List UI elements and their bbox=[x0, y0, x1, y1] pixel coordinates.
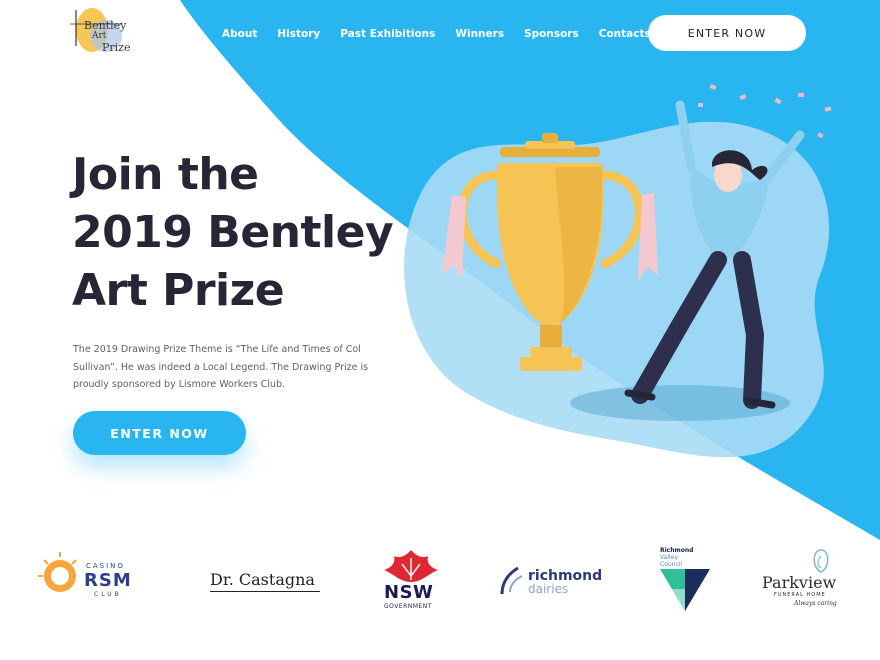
sponsor-casino-rsm-club-logo[interactable]: CASINO RSM CLUB bbox=[38, 540, 148, 620]
hero-title-line-1: Join the bbox=[72, 149, 259, 200]
parkview-tagline-text: Always caring bbox=[794, 600, 837, 607]
logo-text-line2: Art bbox=[92, 31, 107, 41]
main-navigation: About History Past Exhibitions Winners S… bbox=[222, 24, 671, 44]
parkview-ribbon-icon bbox=[813, 549, 829, 573]
sponsor-richmond-dairies-logo[interactable]: richmond dairies bbox=[498, 540, 613, 620]
parkview-sub-text: FUNERAL HOME bbox=[774, 592, 826, 598]
nav-item-past-exhibitions[interactable]: Past Exhibitions bbox=[340, 24, 435, 44]
council-line1-text: Richmond bbox=[660, 547, 694, 554]
sponsor-nsw-government-logo[interactable]: NSW GOVERNMENT bbox=[380, 540, 442, 620]
nav-item-history[interactable]: History bbox=[277, 24, 320, 44]
nsw-main-text: NSW bbox=[384, 582, 434, 603]
sponsor-parkview-funeral-home-logo[interactable]: Parkview FUNERAL HOME Always caring bbox=[760, 540, 846, 620]
dairies-text: dairies bbox=[528, 582, 569, 596]
waratah-icon bbox=[384, 550, 438, 582]
dr-castagna-underline bbox=[210, 591, 320, 592]
hero-title-line-2: 2019 Bentley bbox=[72, 207, 394, 258]
logo-text-line1: Bentley bbox=[84, 19, 127, 32]
parkview-name-text: Parkview bbox=[762, 573, 837, 592]
council-line2-text: Valley bbox=[660, 554, 678, 561]
council-triangle-icon bbox=[660, 569, 710, 611]
hero-title-line-3: Art Prize bbox=[72, 265, 285, 316]
rsm-main-text: RSM bbox=[84, 570, 132, 591]
nav-item-winners[interactable]: Winners bbox=[455, 24, 504, 44]
rsm-top-text: CASINO bbox=[86, 562, 125, 570]
nav-item-about[interactable]: About bbox=[222, 24, 257, 44]
dr-castagna-text: Dr. Castagna bbox=[210, 570, 315, 589]
bentley-art-prize-logo[interactable]: Bentley Art Prize bbox=[62, 2, 134, 60]
hero-enter-now-button[interactable]: ENTER NOW bbox=[73, 411, 246, 455]
sponsor-dr-castagna-logo[interactable]: Dr. Castagna bbox=[205, 540, 330, 620]
hero-description: The 2019 Drawing Prize Theme is “The Lif… bbox=[73, 344, 369, 390]
header-enter-now-button[interactable]: ENTER NOW bbox=[648, 15, 806, 51]
nsw-sub-text: GOVERNMENT bbox=[384, 603, 432, 610]
hero-title: Join the 2019 Bentley Art Prize bbox=[72, 146, 452, 320]
rsm-bottom-text: CLUB bbox=[94, 591, 122, 598]
swirl-icon bbox=[500, 566, 523, 595]
sponsors-strip: CASINO RSM CLUB Dr. Castagna NSW GOVERNM… bbox=[0, 540, 880, 620]
council-line3-text: Council bbox=[660, 561, 683, 568]
sponsor-richmond-valley-council-logo[interactable]: Richmond Valley Council bbox=[660, 540, 716, 620]
trophy-celebration-illustration bbox=[404, 84, 832, 458]
nav-item-sponsors[interactable]: Sponsors bbox=[524, 24, 579, 44]
logo-text-line3: Prize bbox=[102, 41, 131, 54]
nav-item-contacts[interactable]: Contacts bbox=[599, 24, 651, 44]
